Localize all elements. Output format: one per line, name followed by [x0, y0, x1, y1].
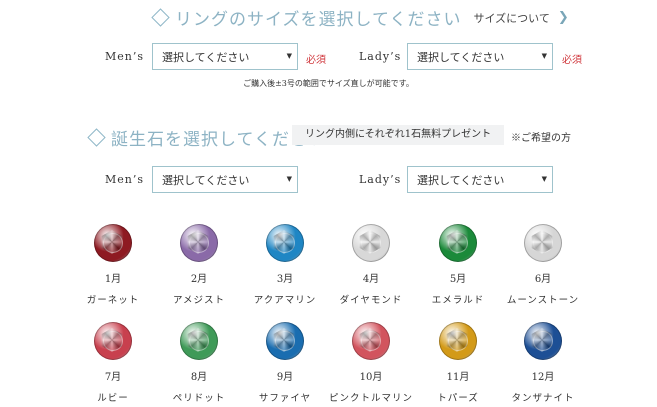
- stone-name: ピンクトルマリン: [328, 393, 413, 404]
- gem-icon: [524, 322, 562, 360]
- ladys-size-select-value: 選択してください: [417, 50, 505, 64]
- stone-month: 8月: [190, 372, 208, 383]
- birthstone-option[interactable]: 3月アクアマリン: [242, 224, 328, 306]
- gem-icon: [439, 224, 477, 262]
- stone-name: ペリドット: [172, 393, 226, 404]
- mens-stone-label: Men’s: [105, 173, 144, 186]
- size-about-label: サイズについて: [473, 11, 550, 25]
- dropdown-arrow-icon: ▼: [286, 52, 292, 60]
- mens-required-badge: 必須: [306, 55, 326, 66]
- ring-size-heading: リングのサイズを選択してください サイズについて ❯: [150, 5, 569, 30]
- mens-size-select-value: 選択してください: [162, 50, 250, 64]
- gem-icon: [180, 224, 218, 262]
- gem-icon: [439, 322, 477, 360]
- mens-stone-select-value: 選択してください: [162, 173, 250, 187]
- ladys-stone-select[interactable]: 選択してください ▼: [407, 166, 553, 193]
- gem-icon: [266, 322, 304, 360]
- stone-name: トパーズ: [437, 393, 479, 404]
- mens-size-select[interactable]: 選択してください ▼: [152, 43, 298, 70]
- gem-icon: [524, 224, 562, 262]
- birthstone-option[interactable]: 8月ペリドット: [156, 322, 242, 404]
- birthstone-option[interactable]: 1月ガーネット: [70, 224, 156, 306]
- stone-name: エメラルド: [431, 295, 485, 306]
- dropdown-arrow-icon: ▼: [286, 175, 292, 183]
- stone-month: 12月: [531, 372, 555, 383]
- stone-month: 11月: [446, 372, 470, 383]
- stone-name: ルビー: [97, 393, 129, 404]
- stone-month: 6月: [534, 274, 552, 285]
- gem-icon: [180, 322, 218, 360]
- stone-name: ムーンストーン: [506, 295, 580, 306]
- dropdown-arrow-icon: ▼: [541, 52, 547, 60]
- stone-month: 10月: [359, 372, 383, 383]
- ladys-size-select[interactable]: 選択してください ▼: [407, 43, 553, 70]
- stone-month: 2月: [190, 274, 208, 285]
- stone-month: 3月: [276, 274, 294, 285]
- gem-icon: [266, 224, 304, 262]
- birthstone-option[interactable]: 2月アメジスト: [156, 224, 242, 306]
- dropdown-arrow-icon: ▼: [541, 175, 547, 183]
- stone-name: アクアマリン: [253, 295, 317, 306]
- optional-hint: ※ご希望の方: [511, 133, 571, 144]
- birthstone-option[interactable]: 11月トパーズ: [415, 322, 501, 404]
- ladys-required-badge: 必須: [562, 55, 582, 66]
- birthstone-option[interactable]: 5月エメラルド: [415, 224, 501, 306]
- ladys-size-label: Lady’s: [359, 50, 402, 63]
- birthstone-option[interactable]: 6月ムーンストーン: [500, 224, 586, 306]
- diamond-icon: [151, 8, 170, 27]
- gem-icon: [352, 224, 390, 262]
- birthstone-option[interactable]: 10月ピンクトルマリン: [328, 322, 414, 404]
- mens-stone-select[interactable]: 選択してください ▼: [152, 166, 298, 193]
- stone-month: 7月: [104, 372, 122, 383]
- stone-month: 1月: [104, 274, 122, 285]
- birthstone-option[interactable]: 12月タンザナイト: [500, 322, 586, 404]
- ladys-stone-select-value: 選択してください: [417, 173, 505, 187]
- size-about-link[interactable]: サイズについて ❯: [473, 10, 568, 26]
- stone-name: ガーネット: [86, 295, 140, 306]
- free-stone-badge: リング内側にそれぞれ1石無料プレゼント: [292, 125, 505, 145]
- birthstone-option[interactable]: 9月サファイヤ: [242, 322, 328, 404]
- stone-name: タンザナイト: [511, 393, 575, 404]
- stone-month: 5月: [449, 274, 467, 285]
- gem-icon: [352, 322, 390, 360]
- gem-icon: [94, 322, 132, 360]
- mens-size-label: Men’s: [105, 50, 144, 63]
- stone-name: アメジスト: [172, 295, 226, 306]
- birthstone-heading: 誕生石を選択してください: [86, 125, 326, 150]
- stone-month: 4月: [362, 274, 380, 285]
- stone-name: ダイヤモンド: [339, 295, 403, 306]
- stone-name: サファイヤ: [258, 393, 312, 404]
- diamond-icon: [87, 128, 106, 147]
- birthstone-option[interactable]: 4月ダイヤモンド: [328, 224, 414, 306]
- size-adjust-note: ご購入後±3号の範囲でサイズ直しが可能です。: [243, 79, 414, 88]
- stone-month: 9月: [276, 372, 294, 383]
- gem-icon: [94, 224, 132, 262]
- ladys-stone-label: Lady’s: [359, 173, 402, 186]
- ring-size-title: リングのサイズを選択してください: [175, 10, 462, 30]
- birthstone-option[interactable]: 7月ルビー: [70, 322, 156, 404]
- chevron-right-icon: ❯: [557, 10, 569, 25]
